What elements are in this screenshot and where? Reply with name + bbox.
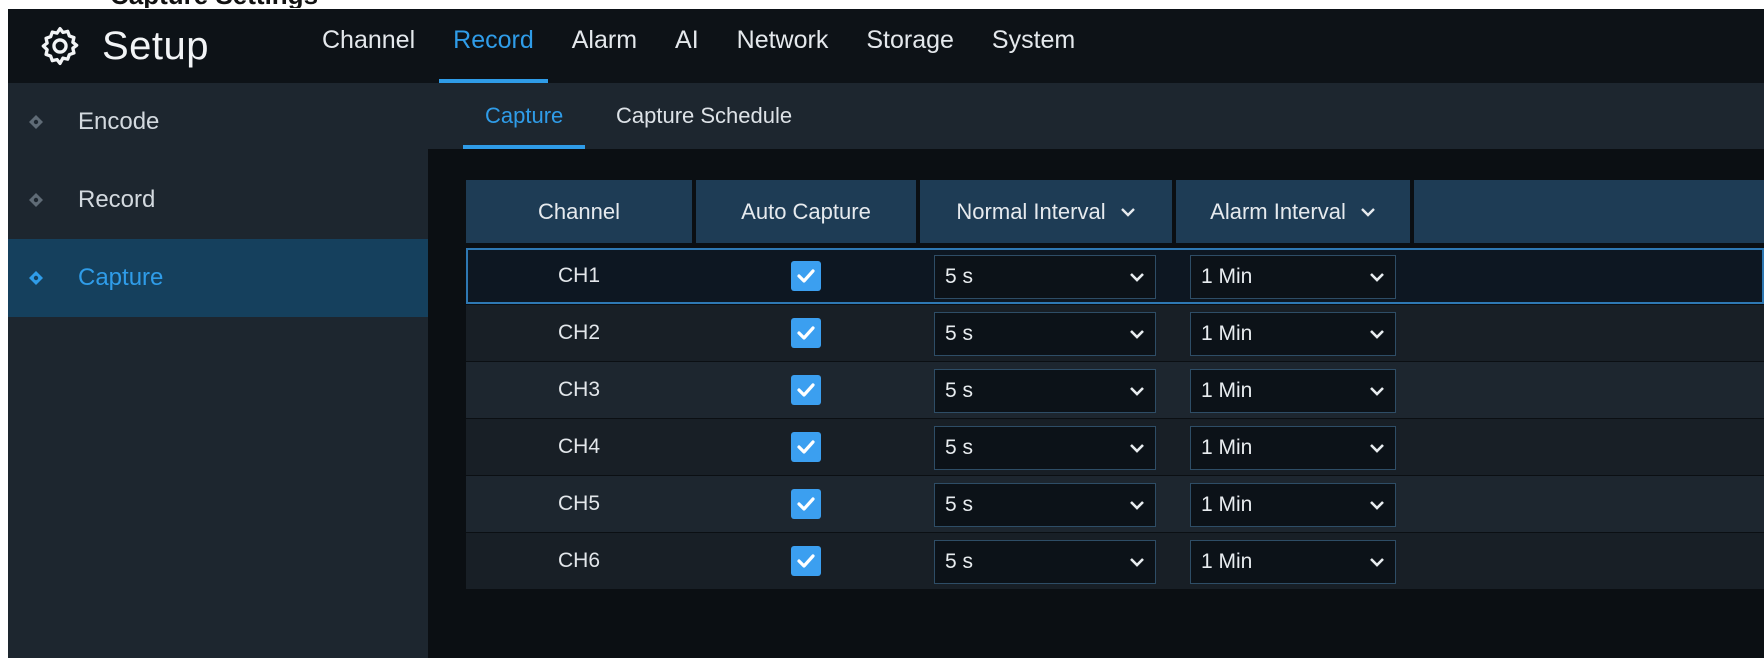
- column-header-auto-capture: Auto Capture: [696, 180, 916, 243]
- column-header-label: Alarm Interval: [1210, 198, 1346, 224]
- channel-cell: CH2: [557, 321, 600, 344]
- chevron-down-icon: [1370, 273, 1384, 282]
- tab-ai[interactable]: AI: [661, 9, 713, 83]
- normal-interval-select[interactable]: 5 s: [934, 540, 1156, 584]
- sidebar-item-record[interactable]: Record: [8, 161, 428, 239]
- sidebar-item-capture[interactable]: Capture: [8, 239, 428, 317]
- sidebar: Encode Record Capture: [8, 83, 428, 658]
- auto-capture-checkbox[interactable]: [791, 375, 821, 405]
- table-row[interactable]: CH4 5 s 1 Min: [466, 419, 1764, 475]
- alarm-interval-value: 1 Min: [1201, 550, 1253, 573]
- checkmark-icon: [797, 269, 815, 283]
- table-row[interactable]: CH2 5 s 1 Min: [466, 305, 1764, 361]
- chevron-down-icon: [1370, 330, 1384, 339]
- alarm-interval-value: 1 Min: [1201, 436, 1253, 459]
- normal-interval-value: 5 s: [945, 550, 974, 573]
- table-row[interactable]: CH6 5 s 1 Min: [466, 533, 1764, 589]
- column-header-channel: Channel: [466, 180, 692, 243]
- table-row[interactable]: CH3 5 s 1 Min: [466, 362, 1764, 418]
- chevron-down-icon: [1370, 558, 1384, 567]
- alarm-interval-select[interactable]: 1 Min: [1190, 426, 1396, 470]
- normal-interval-select[interactable]: 5 s: [934, 369, 1156, 413]
- app-title: Setup: [102, 23, 210, 68]
- chevron-down-icon: [1130, 444, 1144, 453]
- subtab-capture-schedule[interactable]: Capture Schedule: [616, 83, 792, 149]
- table-row[interactable]: CH1 5 s 1 Min: [466, 248, 1764, 304]
- column-header-label: Channel: [538, 198, 620, 224]
- page-heading-fragment: Capture Settings: [0, 0, 318, 8]
- chevron-down-icon: [1370, 444, 1384, 453]
- channel-cell: CH6: [557, 549, 600, 572]
- chevron-down-icon: [1130, 330, 1144, 339]
- auto-capture-checkbox[interactable]: [791, 489, 821, 519]
- tab-network[interactable]: Network: [723, 9, 843, 83]
- channel-cell: CH4: [557, 435, 600, 458]
- alarm-interval-select[interactable]: 1 Min: [1190, 369, 1396, 413]
- normal-interval-value: 5 s: [945, 436, 974, 459]
- checkmark-icon: [797, 497, 815, 511]
- channel-cell: CH5: [557, 492, 600, 515]
- chevron-down-icon: [1120, 207, 1135, 217]
- setup-window: Setup Channel Record Alarm AI Network St…: [8, 9, 1764, 658]
- diamond-dot-icon: [29, 271, 43, 285]
- alarm-interval-value: 1 Min: [1201, 265, 1253, 288]
- chevron-down-icon: [1130, 558, 1144, 567]
- auto-capture-checkbox[interactable]: [791, 546, 821, 576]
- chevron-down-icon: [1370, 387, 1384, 396]
- main-panel: Capture Capture Schedule Channel Auto Ca…: [428, 83, 1764, 658]
- sidebar-item-label: Encode: [78, 108, 160, 135]
- chevron-down-icon: [1361, 207, 1375, 217]
- top-bar: Setup Channel Record Alarm AI Network St…: [8, 9, 1764, 83]
- alarm-interval-value: 1 Min: [1201, 379, 1253, 402]
- column-header-label: Normal Interval: [956, 198, 1106, 224]
- alarm-interval-select[interactable]: 1 Min: [1190, 312, 1396, 356]
- column-header-alarm-interval[interactable]: Alarm Interval: [1176, 180, 1410, 243]
- diamond-dot-icon: [29, 115, 43, 129]
- normal-interval-select[interactable]: 5 s: [934, 312, 1156, 356]
- gear-icon: [41, 26, 79, 66]
- normal-interval-value: 5 s: [945, 322, 974, 345]
- diamond-dot-icon: [29, 193, 43, 207]
- normal-interval-value: 5 s: [945, 379, 974, 402]
- normal-interval-value: 5 s: [945, 493, 974, 516]
- column-header-normal-interval[interactable]: Normal Interval: [920, 180, 1172, 243]
- chevron-down-icon: [1130, 387, 1144, 396]
- channel-cell: CH3: [557, 378, 600, 401]
- auto-capture-checkbox[interactable]: [791, 261, 821, 291]
- column-header-label: Auto Capture: [741, 198, 871, 224]
- tab-storage[interactable]: Storage: [852, 9, 968, 83]
- setup-logo: Setup: [38, 9, 209, 83]
- subtab-capture[interactable]: Capture: [462, 83, 586, 149]
- sidebar-item-label: Capture: [78, 264, 164, 291]
- chevron-down-icon: [1130, 501, 1144, 510]
- normal-interval-select[interactable]: 5 s: [934, 255, 1156, 299]
- chevron-down-icon: [1370, 501, 1384, 510]
- tab-channel[interactable]: Channel: [308, 9, 429, 83]
- normal-interval-select[interactable]: 5 s: [934, 426, 1156, 470]
- alarm-interval-value: 1 Min: [1201, 493, 1253, 516]
- tab-alarm[interactable]: Alarm: [558, 9, 651, 83]
- sidebar-item-label: Record: [78, 186, 156, 213]
- normal-interval-select[interactable]: 5 s: [934, 483, 1156, 527]
- sub-tab-bar: Capture Capture Schedule: [428, 83, 1764, 149]
- checkmark-icon: [797, 554, 815, 568]
- auto-capture-checkbox[interactable]: [791, 318, 821, 348]
- column-header-empty: [1414, 180, 1764, 243]
- normal-interval-value: 5 s: [945, 265, 974, 288]
- chevron-down-icon: [1130, 273, 1144, 282]
- channel-cell: CH1: [557, 264, 600, 287]
- alarm-interval-select[interactable]: 1 Min: [1190, 540, 1396, 584]
- table-row[interactable]: CH5 5 s 1 Min: [466, 476, 1764, 532]
- alarm-interval-select[interactable]: 1 Min: [1190, 255, 1396, 299]
- tab-record[interactable]: Record: [439, 9, 548, 83]
- checkmark-icon: [797, 440, 815, 454]
- auto-capture-checkbox[interactable]: [791, 432, 821, 462]
- tab-system[interactable]: System: [978, 9, 1089, 83]
- checkmark-icon: [797, 326, 815, 340]
- sidebar-item-encode[interactable]: Encode: [8, 83, 428, 161]
- checkmark-icon: [797, 383, 815, 397]
- main-nav: Channel Record Alarm AI Network Storage …: [308, 9, 1099, 83]
- alarm-interval-value: 1 Min: [1201, 322, 1253, 345]
- alarm-interval-select[interactable]: 1 Min: [1190, 483, 1396, 527]
